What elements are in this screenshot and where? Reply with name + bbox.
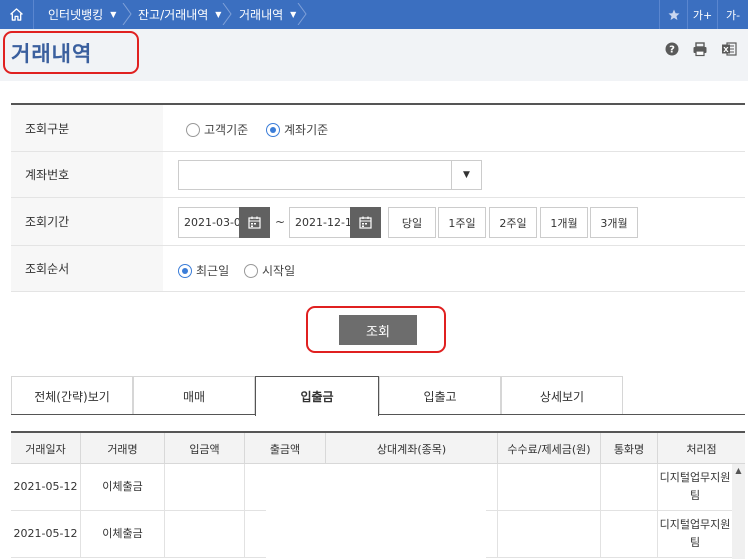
cell-name: 이체출금: [81, 511, 165, 557]
tab-stock-in-out[interactable]: 입출고: [379, 376, 501, 415]
cell-currency: [601, 511, 658, 557]
column-header: 통화명: [601, 433, 658, 464]
radio-label: 시작일: [262, 264, 296, 278]
cell-branch: 디지털업무지원 팀: [658, 511, 732, 557]
cell-deposit: [165, 511, 245, 557]
table-scrollbar[interactable]: [732, 464, 745, 559]
favorite-button[interactable]: [659, 0, 687, 29]
radio-customer-basis[interactable]: 고객기준: [186, 121, 248, 138]
excel-icon[interactable]: X: [721, 41, 737, 57]
start-calendar-button[interactable]: [239, 207, 270, 238]
breadcrumb-transaction-history[interactable]: 거래내역 ▼: [239, 0, 296, 29]
period-2week-button[interactable]: 2주일: [489, 207, 537, 238]
breadcrumb-separator-icon: [222, 3, 232, 25]
breadcrumb-separator-icon: [297, 3, 307, 25]
date-separator: ~: [275, 215, 286, 229]
tab-summary-view[interactable]: 전체(간략)보기: [11, 376, 133, 415]
tab-detail-view[interactable]: 상세보기: [501, 376, 623, 415]
column-header: 처리점: [686, 442, 717, 456]
form-row-query-type: 조회구분: [11, 105, 745, 152]
help-icon[interactable]: ?: [664, 41, 680, 57]
radio-dot: [186, 122, 200, 137]
star-icon: [668, 9, 679, 20]
scroll-up-icon[interactable]: ▲: [732, 464, 745, 477]
breadcrumb-separator-icon: [122, 3, 132, 25]
column-header: 상대계좌(종목): [326, 433, 498, 464]
print-icon[interactable]: [692, 41, 708, 57]
svg-text:X: X: [723, 46, 729, 54]
column-header: 거래명: [81, 433, 165, 464]
cell-fee: [498, 464, 601, 510]
breadcrumb-label: 잔고/거래내역: [138, 8, 209, 22]
column-header: 출금액: [245, 433, 326, 464]
cell-currency: [601, 464, 658, 510]
branch-line: 팀: [689, 536, 701, 549]
column-header: 입금액: [165, 433, 245, 464]
calendar-icon: [359, 216, 372, 229]
cell-deposit: [165, 464, 245, 510]
font-larger-button[interactable]: 가+: [687, 0, 717, 29]
account-label: 계좌번호: [11, 152, 163, 197]
radio-dot-selected: [178, 263, 192, 278]
order-label: 조회순서: [11, 246, 163, 291]
branch-line: 팀: [689, 489, 701, 502]
chevron-down-icon[interactable]: ▼: [451, 161, 481, 189]
tab-trading[interactable]: 매매: [133, 376, 255, 415]
radio-label: 최근일: [196, 264, 230, 278]
breadcrumb-balance-history[interactable]: 잔고/거래내역 ▼: [138, 0, 221, 29]
account-select[interactable]: ▼: [178, 160, 482, 190]
search-highlight-box: [306, 306, 446, 353]
radio-account-basis[interactable]: 계좌기준: [266, 121, 328, 138]
chevron-down-icon: ▼: [215, 10, 222, 19]
table-header: 거래일자 거래명 입금액 출금액 상대계좌(종목) 수수료/제세금(원) 통화명…: [11, 431, 745, 464]
cell-fee: [498, 511, 601, 557]
period-today-button[interactable]: 당일: [388, 207, 436, 238]
breadcrumb-internet-banking[interactable]: 인터넷뱅킹 ▼: [48, 0, 116, 29]
cell-branch: 디지털업무지원 팀: [658, 464, 732, 510]
chevron-down-icon: ▼: [290, 10, 297, 19]
branch-line: 디지털업무지원: [659, 471, 731, 484]
branch-line: 디지털업무지원: [659, 518, 731, 531]
redacted-area: [266, 464, 486, 559]
title-highlight-box: [3, 31, 139, 74]
calendar-icon: [248, 216, 261, 229]
cell-date: 2021-05-12: [11, 464, 81, 510]
home-button[interactable]: [0, 0, 34, 29]
radio-oldest-first[interactable]: 시작일: [244, 262, 295, 279]
end-calendar-button[interactable]: [350, 207, 381, 238]
cell-date: 2021-05-12: [11, 511, 81, 557]
radio-dot: [244, 263, 258, 278]
radio-label: 고객기준: [204, 123, 249, 137]
form-row-order: 조회순서: [11, 246, 745, 292]
cell-name: 이체출금: [81, 464, 165, 510]
breadcrumb-label: 거래내역: [239, 8, 284, 22]
period-3month-button[interactable]: 3개월: [590, 207, 638, 238]
tab-deposit-withdrawal[interactable]: 입출금: [255, 376, 379, 416]
column-header: 거래일자: [11, 433, 81, 464]
breadcrumb-label: 인터넷뱅킹: [48, 8, 104, 22]
period-1month-button[interactable]: 1개월: [540, 207, 588, 238]
home-icon: [10, 8, 23, 21]
svg-text:?: ?: [669, 45, 675, 56]
period-label: 조회기간: [11, 198, 163, 245]
radio-latest-first[interactable]: 최근일: [178, 262, 229, 279]
query-type-label: 조회구분: [11, 105, 163, 151]
radio-dot-selected: [266, 122, 280, 137]
column-header: 수수료/제세금(원): [498, 433, 601, 464]
chevron-down-icon: ▼: [110, 10, 117, 19]
radio-label: 계좌기준: [284, 123, 329, 137]
period-1week-button[interactable]: 1주일: [438, 207, 486, 238]
top-nav-bar: 인터넷뱅킹 ▼ 잔고/거래내역 ▼ 거래내역 ▼ 가+ 가-: [0, 0, 748, 29]
font-smaller-button[interactable]: 가-: [717, 0, 748, 29]
